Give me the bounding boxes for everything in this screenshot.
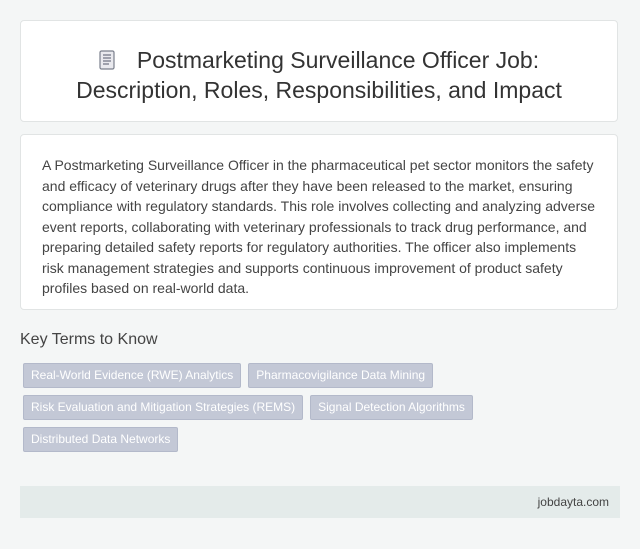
key-terms-list: Real-World Evidence (RWE) Analytics Phar… bbox=[23, 363, 583, 459]
tag-signal-detection-algorithms[interactable]: Signal Detection Algorithms bbox=[310, 395, 473, 420]
page-title: Postmarketing Surveillance Officer Job: … bbox=[21, 45, 617, 105]
description-text: A Postmarketing Surveillance Officer in … bbox=[42, 157, 596, 296]
key-terms-heading: Key Terms to Know bbox=[20, 331, 158, 348]
tag-row: Distributed Data Networks bbox=[23, 427, 583, 452]
tag-pharmacovigilance-data-mining[interactable]: Pharmacovigilance Data Mining bbox=[248, 363, 434, 388]
title-line-2: Description, Roles, Responsibilities, an… bbox=[76, 77, 562, 103]
footer: jobdayta.com bbox=[20, 486, 620, 518]
title-line-1: Postmarketing Surveillance Officer Job: bbox=[136, 47, 540, 73]
tag-distributed-data-networks[interactable]: Distributed Data Networks bbox=[23, 427, 179, 452]
tag-row: Real-World Evidence (RWE) Analytics Phar… bbox=[23, 363, 583, 388]
description-card: A Postmarketing Surveillance Officer in … bbox=[20, 134, 618, 310]
footer-site-link[interactable]: jobdayta.com bbox=[538, 495, 609, 509]
tag-rems[interactable]: Risk Evaluation and Mitigation Strategie… bbox=[23, 395, 304, 420]
document-icon bbox=[99, 50, 115, 70]
title-card: Postmarketing Surveillance Officer Job: … bbox=[20, 20, 618, 122]
tag-rwe-analytics[interactable]: Real-World Evidence (RWE) Analytics bbox=[23, 363, 242, 388]
tag-row: Risk Evaluation and Mitigation Strategie… bbox=[23, 395, 583, 420]
